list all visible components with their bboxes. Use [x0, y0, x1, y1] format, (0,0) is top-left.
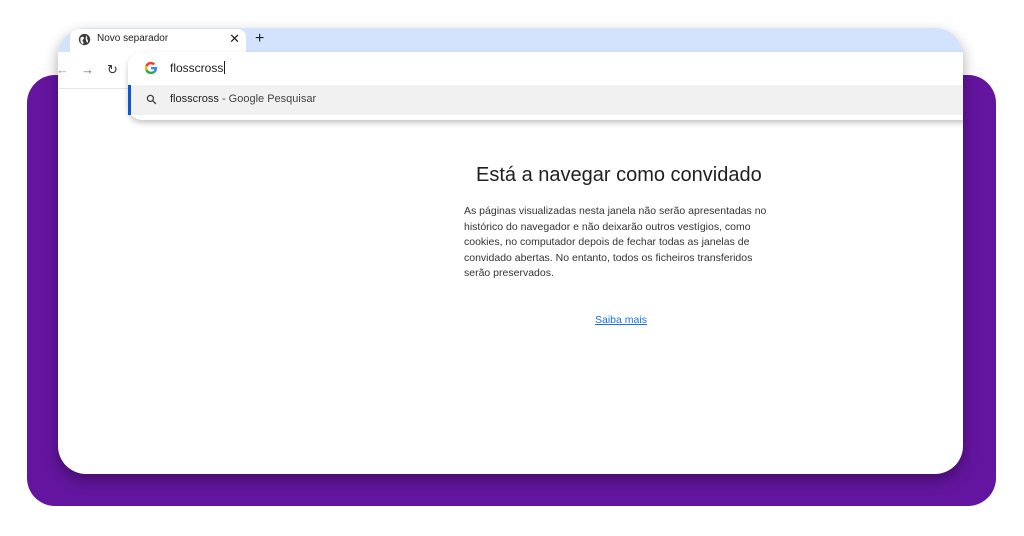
new-tab-button[interactable]: + — [255, 29, 264, 49]
selection-indicator — [128, 85, 131, 115]
tab-title: Novo separador — [97, 33, 169, 44]
tab-novo-separador[interactable]: Novo separador ✕ — [70, 29, 246, 52]
close-tab-icon[interactable]: ✕ — [229, 31, 240, 47]
omnibox-value: flosscross — [170, 61, 224, 75]
back-button[interactable]: ← — [58, 63, 69, 77]
omnibox-input[interactable]: flosscross — [170, 61, 226, 75]
omnibox-dropdown: flosscross flosscross - Google Pesquisar — [128, 52, 963, 120]
suggestion-suffix: - Google Pesquisar — [218, 93, 317, 105]
globe-icon — [78, 33, 91, 46]
page-heading: Está a navegar como convidado — [476, 164, 762, 186]
suggestion-item[interactable]: flosscross - Google Pesquisar — [128, 85, 963, 115]
guest-description: As páginas visualizadas nesta janela não… — [464, 205, 767, 279]
learn-more-link[interactable]: Saiba mais — [595, 314, 647, 326]
suggestion-query: flosscross — [170, 93, 219, 105]
reload-button[interactable]: ↻ — [107, 63, 118, 77]
forward-button[interactable]: → — [81, 63, 94, 77]
suggestion-text: flosscross - Google Pesquisar — [170, 93, 316, 105]
text-caret — [224, 61, 226, 74]
search-icon — [146, 94, 157, 105]
google-g-icon — [144, 61, 158, 75]
browser-toolbar: ← → ↻ flosscross flosscross - Google Pes… — [58, 52, 963, 120]
browser-window: Novo separador ✕ + ← → ↻ flosscross flos… — [58, 28, 963, 474]
tab-strip: Novo separador ✕ + — [58, 28, 963, 52]
